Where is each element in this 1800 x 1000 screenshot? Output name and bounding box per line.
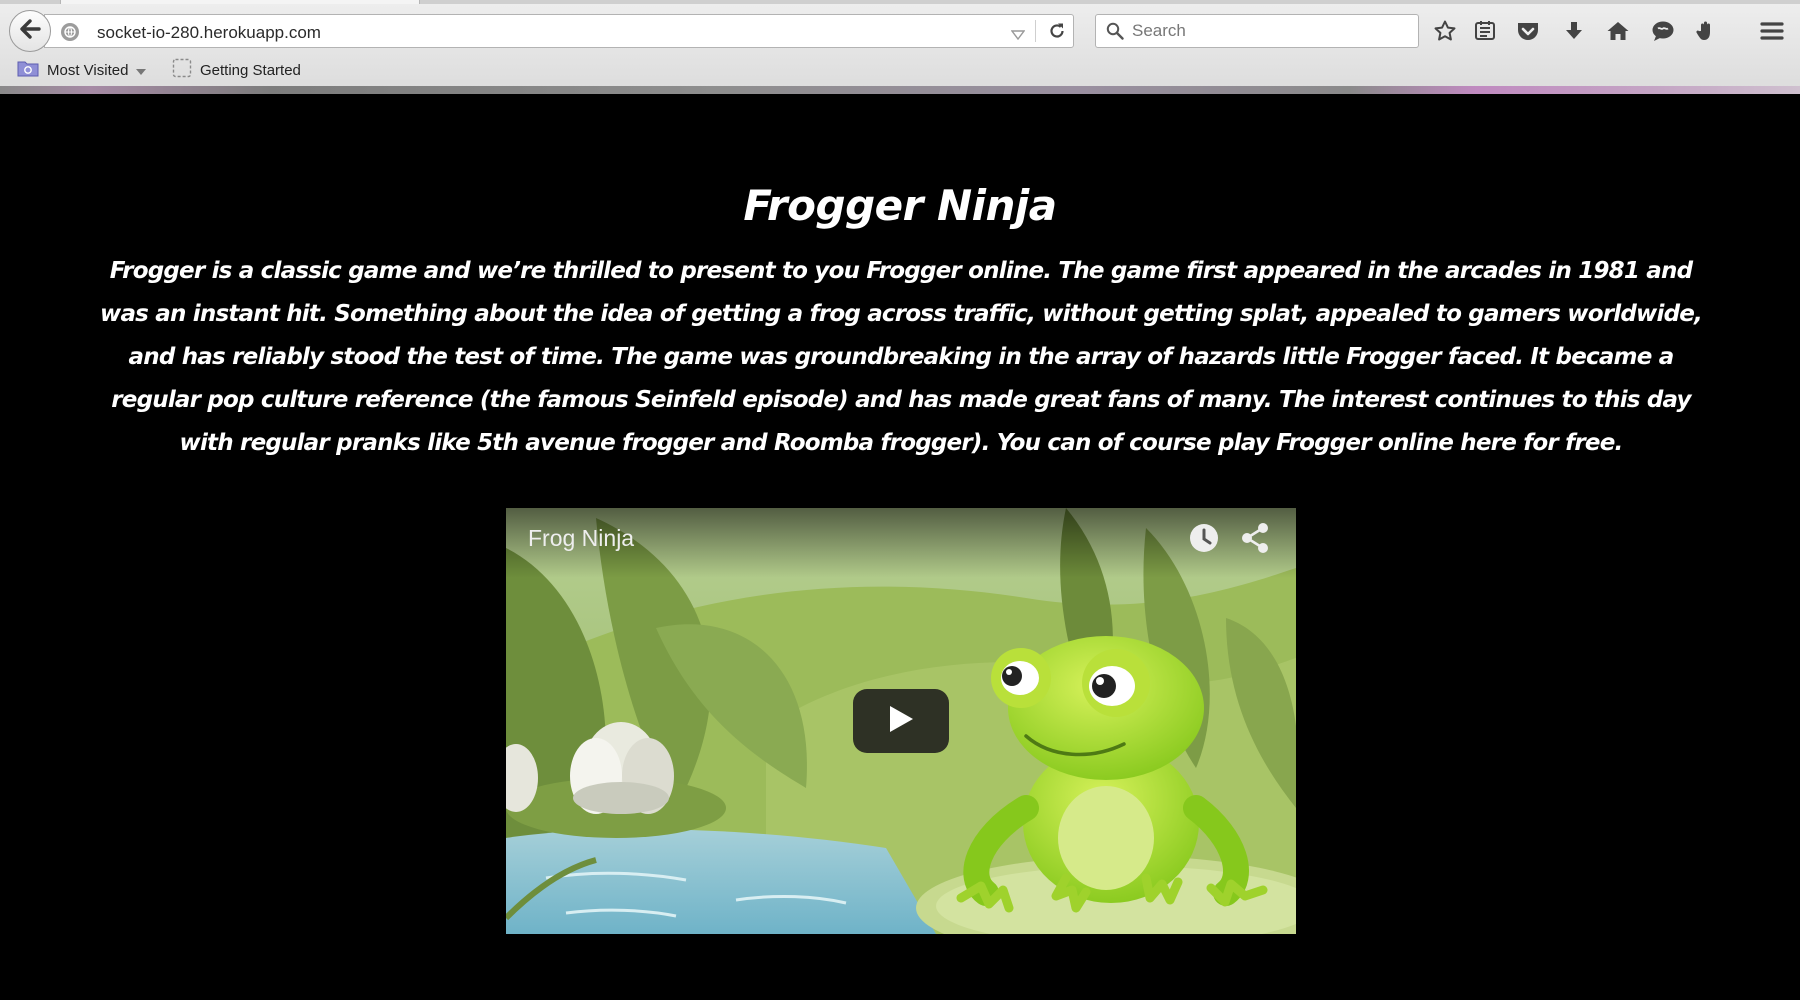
share-icon[interactable] <box>1237 520 1273 556</box>
navigation-toolbar: socket-io-280.herokuapp.com <box>0 8 1800 52</box>
hamburger-menu-icon[interactable] <box>1754 14 1790 48</box>
active-tab[interactable] <box>60 0 420 4</box>
intro-paragraph: Frogger is a classic game and we’re thri… <box>100 258 1703 456</box>
chevron-down-icon <box>136 62 147 79</box>
download-icon[interactable] <box>1556 14 1592 48</box>
clock-icon[interactable] <box>1186 520 1222 556</box>
bookmark-getting-started[interactable]: Getting Started <box>172 58 301 82</box>
bookmark-most-visited[interactable]: Most Visited <box>17 58 147 82</box>
bookmark-label: Getting Started <box>200 61 301 79</box>
search-bar[interactable] <box>1095 14 1419 48</box>
play-icon <box>888 705 914 738</box>
page-content: Frogger Ninja Frogger is a classic game … <box>0 95 1800 1000</box>
url-bar-divider <box>1035 20 1036 42</box>
bookmarks-toolbar: Most Visited Getting Started <box>0 55 1800 85</box>
page-title: Frogger Ninja <box>743 181 1057 230</box>
hand-icon[interactable] <box>1688 14 1724 48</box>
page-icon <box>172 58 192 82</box>
play-button[interactable] <box>853 689 949 753</box>
url-bar[interactable]: socket-io-280.herokuapp.com <box>44 14 1074 48</box>
triangle-down-icon[interactable] <box>1010 27 1026 45</box>
back-button[interactable] <box>9 10 51 52</box>
globe-icon[interactable] <box>61 23 79 41</box>
bookmark-label: Most Visited <box>47 61 129 79</box>
search-icon <box>1106 22 1124 45</box>
folder-icon <box>17 59 39 81</box>
search-input[interactable] <box>1132 15 1412 47</box>
browser-chrome: socket-io-280.herokuapp.com Search Most … <box>0 0 1800 94</box>
chat-icon[interactable] <box>1645 14 1681 48</box>
back-arrow-icon <box>19 18 41 44</box>
reload-icon[interactable] <box>1041 16 1073 46</box>
home-icon[interactable] <box>1600 14 1636 48</box>
url-text[interactable]: socket-io-280.herokuapp.com <box>97 23 321 43</box>
pocket-icon[interactable] <box>1510 14 1546 48</box>
reading-list-icon[interactable] <box>1467 14 1503 48</box>
toolbar-bottom-strip <box>0 86 1800 94</box>
video-player[interactable]: Frog Ninja <box>506 508 1296 934</box>
tab-strip <box>0 0 1800 4</box>
star-icon[interactable] <box>1427 14 1463 48</box>
video-title[interactable]: Frog Ninja <box>528 525 634 552</box>
